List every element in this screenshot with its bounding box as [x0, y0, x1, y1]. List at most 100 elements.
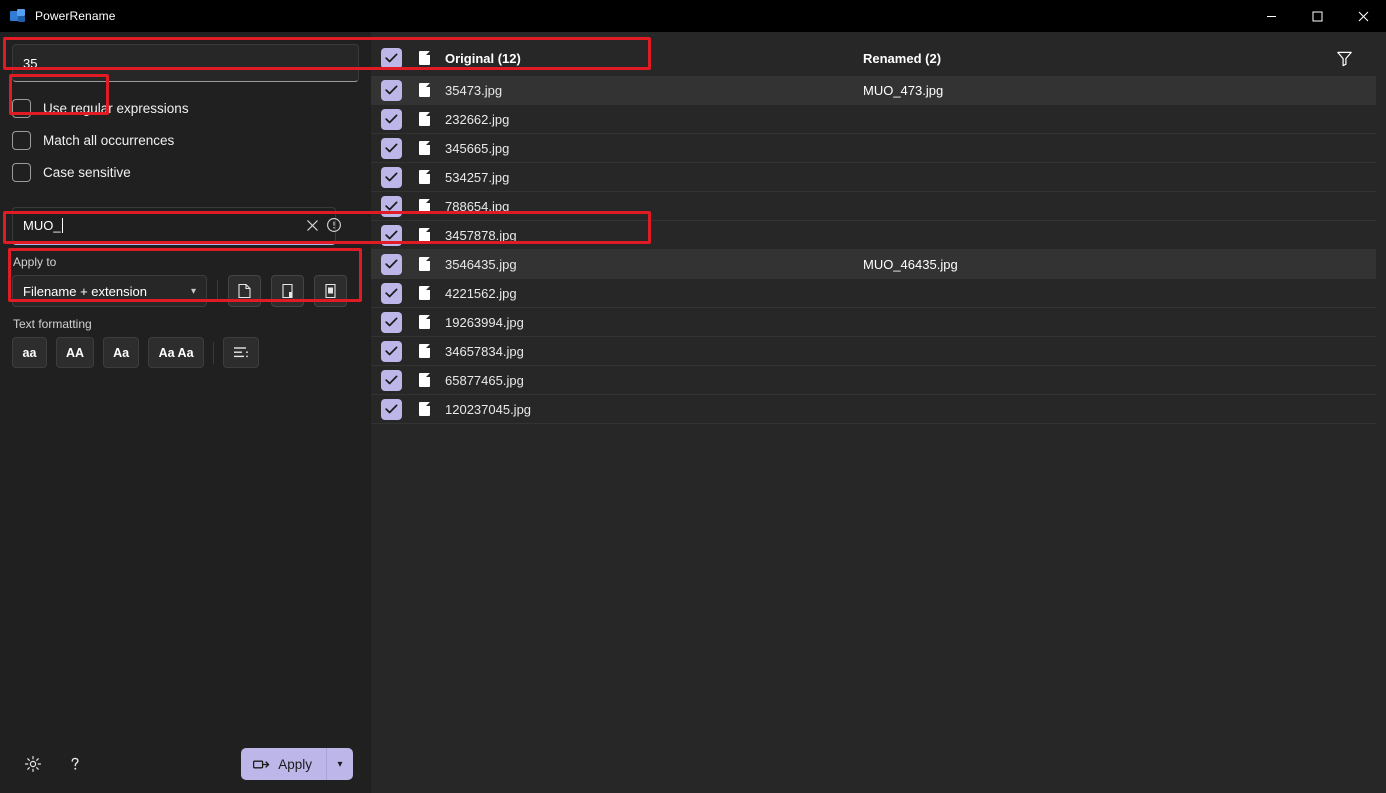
apply-to-selected-value: Filename + extension [23, 283, 147, 299]
file-icon [413, 83, 435, 97]
apply-to-filename-only-button[interactable] [228, 275, 261, 307]
option-label: Case sensitive [43, 165, 131, 180]
row-checkbox[interactable] [379, 311, 404, 333]
column-header-renamed[interactable]: Renamed (2) [863, 51, 1376, 66]
help-icon[interactable] [60, 749, 90, 779]
options-panel: 35 Use regular expressions Match all occ… [0, 32, 371, 793]
apply-to-dropdown[interactable]: Filename + extension ▾ [12, 275, 207, 307]
table-row[interactable]: 345665.jpg [371, 134, 1376, 163]
file-list-rows: 35473.jpg MUO_473.jpg 232662.jpg 345665.jpg… [371, 76, 1376, 783]
table-row[interactable]: 232662.jpg [371, 105, 1376, 134]
row-checkbox[interactable] [379, 137, 404, 159]
file-icon [413, 286, 435, 300]
info-icon[interactable] [321, 212, 347, 238]
apply-to-row: Filename + extension ▾ [12, 275, 359, 307]
option-label: Match all occurrences [43, 133, 175, 148]
file-list: Original (12) Renamed (2) 35473.jpg MUO_4… [371, 40, 1376, 783]
gear-icon[interactable] [18, 749, 48, 779]
cell-original-name: 3457878.jpg [445, 227, 517, 243]
checkbox-checked-icon [381, 137, 402, 159]
cell-original-name: 534257.jpg [445, 169, 510, 185]
powerrename-icon [10, 8, 26, 24]
file-icon [413, 402, 435, 416]
close-button[interactable] [1340, 0, 1386, 32]
replace-input[interactable]: MUO_ [12, 207, 336, 245]
table-row[interactable]: 4221562.jpg [371, 279, 1376, 308]
powerrename-window: PowerRename 35 Use regular expressions M… [0, 0, 1386, 793]
option-match-all-occurrences[interactable]: Match all occurrences [12, 129, 359, 152]
table-row[interactable]: 120237045.jpg [371, 395, 1376, 424]
row-checkbox[interactable] [379, 369, 404, 391]
table-row[interactable]: 34657834.jpg [371, 337, 1376, 366]
row-checkbox[interactable] [379, 166, 404, 188]
apply-to-extension-only-button[interactable] [271, 275, 304, 307]
chevron-down-icon: ▾ [337, 758, 343, 770]
row-checkbox[interactable] [379, 398, 404, 420]
select-all-checkbox[interactable] [379, 47, 404, 69]
row-checkbox[interactable] [379, 108, 404, 130]
enumerate-icon-button[interactable] [223, 337, 260, 368]
text-caret [61, 218, 63, 233]
table-row[interactable]: 788654.jpg [371, 192, 1376, 221]
checkbox-checked-icon [381, 369, 402, 391]
replace-input-value: MUO_ [23, 218, 61, 233]
lowercase-button[interactable]: aa [12, 337, 47, 368]
row-checkbox[interactable] [379, 340, 404, 362]
apply-button[interactable]: Apply [241, 748, 326, 780]
title-bar-left: PowerRename [0, 8, 115, 24]
table-row[interactable]: 3457878.jpg [371, 221, 1376, 250]
file-icon [413, 257, 435, 271]
file-icon [413, 344, 435, 358]
checkbox-checked-icon [381, 282, 402, 304]
cell-original-name: 120237045.jpg [445, 401, 532, 417]
table-row[interactable]: 534257.jpg [371, 163, 1376, 192]
table-row[interactable]: 19263994.jpg [371, 308, 1376, 337]
checkbox-checked-icon [381, 47, 402, 69]
cell-original-name: 345665.jpg [445, 140, 510, 156]
apply-dropdown-button[interactable]: ▾ [326, 748, 353, 780]
file-list-header: Original (12) Renamed (2) [371, 40, 1376, 76]
apply-to-filename-and-extension-button[interactable] [314, 275, 347, 307]
maximize-button[interactable] [1294, 0, 1340, 32]
uppercase-button[interactable]: AA [56, 337, 95, 368]
filter-icon[interactable] [1332, 46, 1356, 70]
main-body: 35 Use regular expressions Match all occ… [0, 32, 1386, 793]
column-header-original[interactable]: Original (12) [445, 51, 863, 66]
footer-bar: Apply ▾ [0, 735, 371, 793]
search-input[interactable]: 35 [12, 44, 359, 82]
capitalize-each-word-button[interactable]: Aa Aa [148, 337, 205, 368]
row-checkbox[interactable] [379, 195, 404, 217]
checkbox-checked-icon [381, 224, 402, 246]
row-checkbox[interactable] [379, 253, 404, 275]
checkbox-checked-icon [381, 340, 402, 362]
apply-button-label: Apply [278, 756, 312, 772]
file-list-panel: Original (12) Renamed (2) 35473.jpg MUO_4… [3, 32, 1386, 793]
checkbox-checked-icon [381, 398, 402, 420]
minimize-button[interactable] [1248, 0, 1294, 32]
checkbox-unchecked-icon [12, 131, 31, 150]
file-icon [413, 170, 435, 184]
row-checkbox[interactable] [379, 224, 404, 246]
cell-original-name: 65877465.jpg [445, 372, 524, 388]
option-use-regular-expressions[interactable]: Use regular expressions [12, 97, 359, 120]
titlecase-button[interactable]: Aa [103, 337, 140, 368]
cell-original-name: 232662.jpg [445, 111, 510, 127]
table-row[interactable]: 35473.jpg MUO_473.jpg [371, 76, 1376, 105]
text-formatting-row: aa AA Aa Aa Aa [12, 337, 359, 368]
option-case-sensitive[interactable]: Case sensitive [12, 161, 359, 184]
divider [217, 280, 218, 302]
table-row[interactable]: 3546435.jpg MUO_46435.jpg [371, 250, 1376, 279]
search-options: Use regular expressions Match all occurr… [12, 97, 359, 184]
cell-renamed-name: MUO_473.jpg [863, 82, 944, 98]
file-icon [413, 199, 435, 213]
cell-original-name: 3546435.jpg [445, 256, 517, 272]
file-icon [413, 51, 435, 65]
file-icon [413, 141, 435, 155]
chevron-down-icon: ▾ [190, 285, 196, 297]
checkbox-checked-icon [381, 311, 402, 333]
file-icon [413, 228, 435, 242]
row-checkbox[interactable] [379, 282, 404, 304]
row-checkbox[interactable] [379, 79, 404, 101]
table-row[interactable]: 65877465.jpg [371, 366, 1376, 395]
file-icon [413, 112, 435, 126]
